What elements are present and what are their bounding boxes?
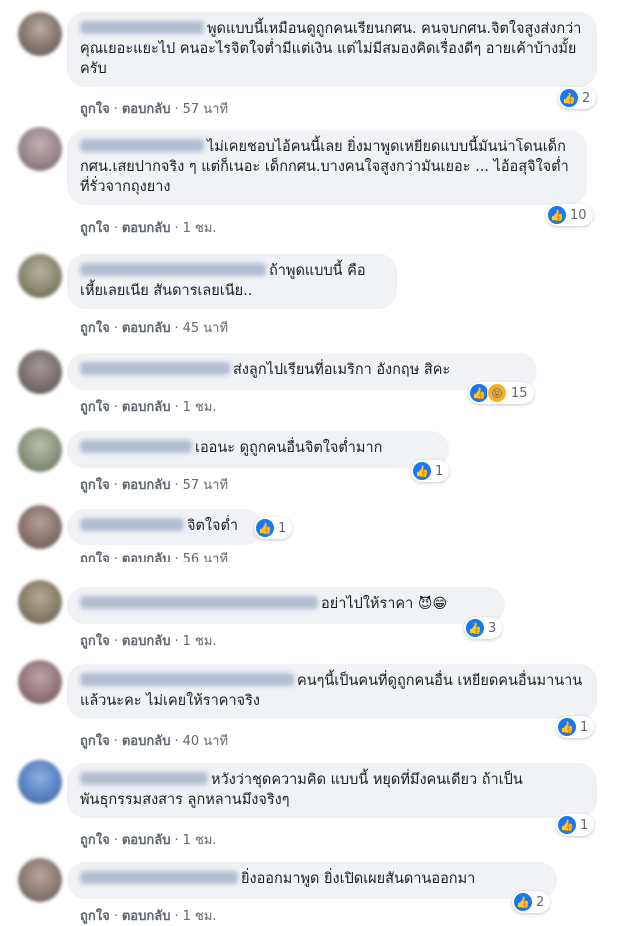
avatar[interactable] (18, 760, 62, 804)
like-link[interactable]: ถูกใจ (80, 321, 110, 336)
avatar[interactable] (18, 505, 62, 549)
timestamp[interactable]: 1 ชม. (183, 221, 217, 236)
reaction-count[interactable]: 👍 2 (512, 891, 551, 913)
like-link[interactable]: ถูกใจ (80, 221, 110, 236)
avatar[interactable] (18, 12, 62, 56)
thumbs-up-icon: 👍 (413, 462, 431, 480)
timestamp[interactable]: 1 ชม. (183, 634, 217, 649)
comment-bubble: หวังว่าชุดความคิด แบบนี้ หยุดที่มึงคนเดี… (67, 763, 597, 818)
reply-link[interactable]: ตอบกลับ (122, 634, 171, 649)
reply-link[interactable]: ตอบกลับ (122, 734, 171, 749)
thumbs-up-icon: 👍 (558, 718, 576, 736)
like-link[interactable]: ถูกใจ (80, 734, 110, 749)
comment-text: ส่งลูกไปเรียนที่อเมริกา อังกฤษ สิคะ (233, 362, 451, 378)
timestamp[interactable]: 56 นาที (183, 552, 228, 562)
avatar[interactable] (18, 858, 62, 902)
comment-bubble: อย่าไปให้ราคา 😈😁 (67, 587, 505, 624)
comment-bubble: คนๆนี้เป็นคนที่ดูถูกคนอื่น เหยียดคนอื่นม… (67, 664, 597, 719)
reply-link[interactable]: ตอบกลับ (122, 321, 171, 336)
reaction-count[interactable]: 👍 10 (546, 204, 593, 226)
comment-text: จิตใจต่ำ (187, 518, 239, 534)
commenter-name-blurred[interactable] (80, 362, 230, 375)
thumbs-up-icon: 👍 (560, 89, 578, 107)
reply-link[interactable]: ตอบกลับ (122, 478, 171, 493)
comment-actions: ถูกใจ · ตอบกลับ · 40 นาที (80, 734, 229, 749)
reply-link[interactable]: ตอบกลับ (122, 400, 171, 415)
comment-text: ยิ่งออกมาพูด ยิ่งเปิดเผยสันดานออกมา (241, 871, 476, 887)
thumbs-up-icon: 👍 (470, 384, 488, 402)
comment-actions: ถูกใจ · ตอบกลับ · 1 ชม. (80, 634, 217, 649)
avatar[interactable] (18, 428, 62, 472)
like-link[interactable]: ถูกใจ (80, 478, 110, 493)
reaction-count[interactable]: 👍 2 (558, 87, 597, 109)
comment-bubble: พูดแบบนี้เหมือนดูถูกคนเรียนกศน. คนจบกศน.… (67, 12, 597, 87)
like-link[interactable]: ถูกใจ (80, 552, 110, 562)
like-link[interactable]: ถูกใจ (80, 102, 110, 117)
like-link[interactable]: ถูกใจ (80, 400, 110, 415)
emoji: 😈😁 (417, 596, 448, 612)
reply-link[interactable]: ตอบกลับ (122, 552, 171, 562)
commenter-name-blurred[interactable] (80, 871, 238, 884)
comment-actions: ถูกใจ · ตอบกลับ · 1 ชม. (80, 221, 217, 236)
comment-bubble: ยิ่งออกมาพูด ยิ่งเปิดเผยสันดานออกมา (67, 862, 557, 899)
comment-actions: ถูกใจ · ตอบกลับ · 1 ชม. (80, 909, 217, 924)
reply-link[interactable]: ตอบกลับ (122, 221, 171, 236)
commenter-name-blurred[interactable] (80, 596, 318, 609)
commenter-name-blurred[interactable] (80, 518, 184, 531)
timestamp[interactable]: 57 นาที (183, 102, 228, 117)
comment-bubble: เออนะ ดูถูกคนอื่นจิตใจต่ำมาก (67, 431, 449, 468)
commenter-name-blurred[interactable] (80, 21, 204, 34)
comment-actions: ถูกใจ · ตอบกลับ · 45 นาที (80, 321, 229, 336)
avatar[interactable] (18, 660, 62, 704)
comment-actions: ถูกใจ · ตอบกลับ · 1 ชม. (80, 833, 217, 848)
reaction-count[interactable]: 👍 1 (254, 517, 293, 539)
reaction-count[interactable]: 👍 3 (464, 617, 503, 639)
reaction-count[interactable]: 👍 1 (556, 814, 595, 836)
thumbs-up-icon: 👍 (256, 519, 274, 537)
reply-link[interactable]: ตอบกลับ (122, 909, 171, 924)
comment-actions: ถูกใจ · ตอบกลับ · 57 นาที (80, 478, 229, 493)
reaction-count[interactable]: 👍 1 (411, 460, 450, 482)
comment-bubble: ไม่เคยชอบไอ้คนนี้เลย ยิ่งมาพูดเหยียดแบบน… (67, 130, 587, 205)
thumbs-up-icon: 👍 (558, 816, 576, 834)
reaction-count[interactable]: 👍 1 (556, 716, 595, 738)
timestamp[interactable]: 45 นาที (183, 321, 228, 336)
timestamp[interactable]: 1 ชม. (183, 909, 217, 924)
like-link[interactable]: ถูกใจ (80, 634, 110, 649)
comment-text: เออนะ ดูถูกคนอื่นจิตใจต่ำมาก (195, 440, 383, 456)
timestamp[interactable]: 57 นาที (183, 478, 228, 493)
avatar[interactable] (18, 580, 62, 624)
comment-actions: ถูกใจ · ตอบกลับ · 56 นาที (80, 548, 228, 562)
like-link[interactable]: ถูกใจ (80, 833, 110, 848)
thumbs-up-icon: 👍 (514, 893, 532, 911)
commenter-name-blurred[interactable] (80, 263, 266, 276)
like-link[interactable]: ถูกใจ (80, 909, 110, 924)
comment-bubble: ถ้าพูดแบบนี้ คือเหี้ยเลยเนีย สันดารเลยเน… (67, 254, 397, 309)
avatar[interactable] (18, 127, 62, 171)
timestamp[interactable]: 1 ชม. (183, 400, 217, 415)
avatar[interactable] (18, 254, 62, 298)
comment-bubble: ส่งลูกไปเรียนที่อเมริกา อังกฤษ สิคะ (67, 353, 537, 390)
thumbs-up-icon: 👍 (548, 206, 566, 224)
reply-link[interactable]: ตอบกลับ (122, 833, 171, 848)
reply-link[interactable]: ตอบกลับ (122, 102, 171, 117)
timestamp[interactable]: 1 ชม. (183, 833, 217, 848)
comment-text: อย่าไปให้ราคา (321, 596, 414, 612)
comment-actions: ถูกใจ · ตอบกลับ · 1 ชม. (80, 400, 217, 415)
commenter-name-blurred[interactable] (80, 673, 294, 686)
avatar[interactable] (18, 350, 62, 394)
thumbs-up-icon: 👍 (466, 619, 484, 637)
commenter-name-blurred[interactable] (80, 772, 208, 785)
reaction-count[interactable]: 👍 😝 15 (468, 382, 534, 404)
haha-icon: 😝 (487, 383, 507, 403)
comment-actions: ถูกใจ · ตอบกลับ · 57 นาที (80, 102, 229, 117)
commenter-name-blurred[interactable] (80, 440, 192, 453)
comment-bubble: จิตใจต่ำ (67, 509, 263, 545)
timestamp[interactable]: 40 นาที (183, 734, 228, 749)
commenter-name-blurred[interactable] (80, 139, 204, 152)
